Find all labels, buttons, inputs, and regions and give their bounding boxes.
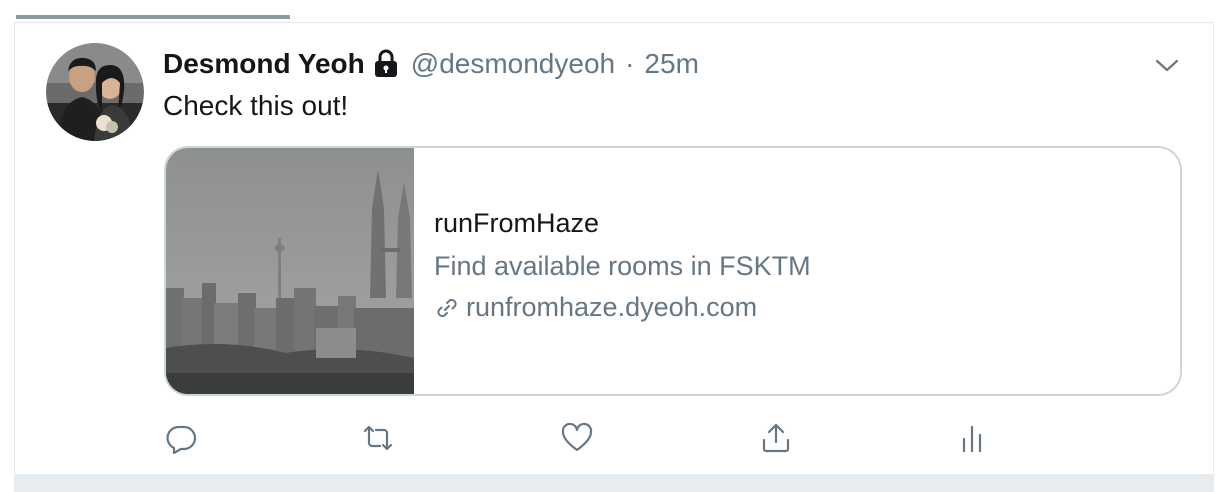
tweet-text: Check this out! — [163, 90, 349, 121]
timeline-top-bar — [0, 0, 1224, 22]
tweet-actions — [0, 418, 1224, 458]
avatar[interactable] — [46, 43, 144, 141]
share-icon — [762, 423, 790, 453]
card-description: Find available rooms in FSKTM — [434, 251, 811, 281]
chevron-down-icon[interactable] — [1154, 52, 1180, 78]
timeline-divider — [14, 474, 1214, 492]
reply-button[interactable] — [161, 418, 201, 458]
reply-icon — [166, 425, 197, 455]
user-handle[interactable]: @desmondyeoh — [411, 48, 615, 80]
retweet-icon — [363, 425, 393, 451]
analytics-icon — [962, 425, 982, 453]
card-domain-row: runfromhaze.dyeoh.com — [434, 292, 811, 323]
timestamp[interactable]: 25m — [644, 48, 698, 80]
tweet-header: Desmond Yeoh @desmondyeoh · 25m — [163, 44, 699, 84]
card-image — [166, 148, 414, 394]
active-tab-indicator — [16, 15, 290, 19]
card-body: runFromHaze Find available rooms in FSKT… — [434, 208, 811, 323]
like-button[interactable] — [557, 418, 597, 458]
retweet-button[interactable] — [358, 418, 398, 458]
share-button[interactable] — [756, 418, 796, 458]
heart-icon — [561, 422, 593, 452]
link-card[interactable]: runFromHaze Find available rooms in FSKT… — [164, 146, 1182, 396]
separator-dot: · — [625, 48, 635, 79]
analytics-button[interactable] — [952, 418, 992, 458]
link-icon — [434, 295, 460, 321]
lock-icon — [373, 49, 399, 79]
display-name[interactable]: Desmond Yeoh — [163, 48, 365, 80]
card-title: runFromHaze — [434, 208, 600, 238]
card-domain: runfromhaze.dyeoh.com — [466, 292, 758, 322]
